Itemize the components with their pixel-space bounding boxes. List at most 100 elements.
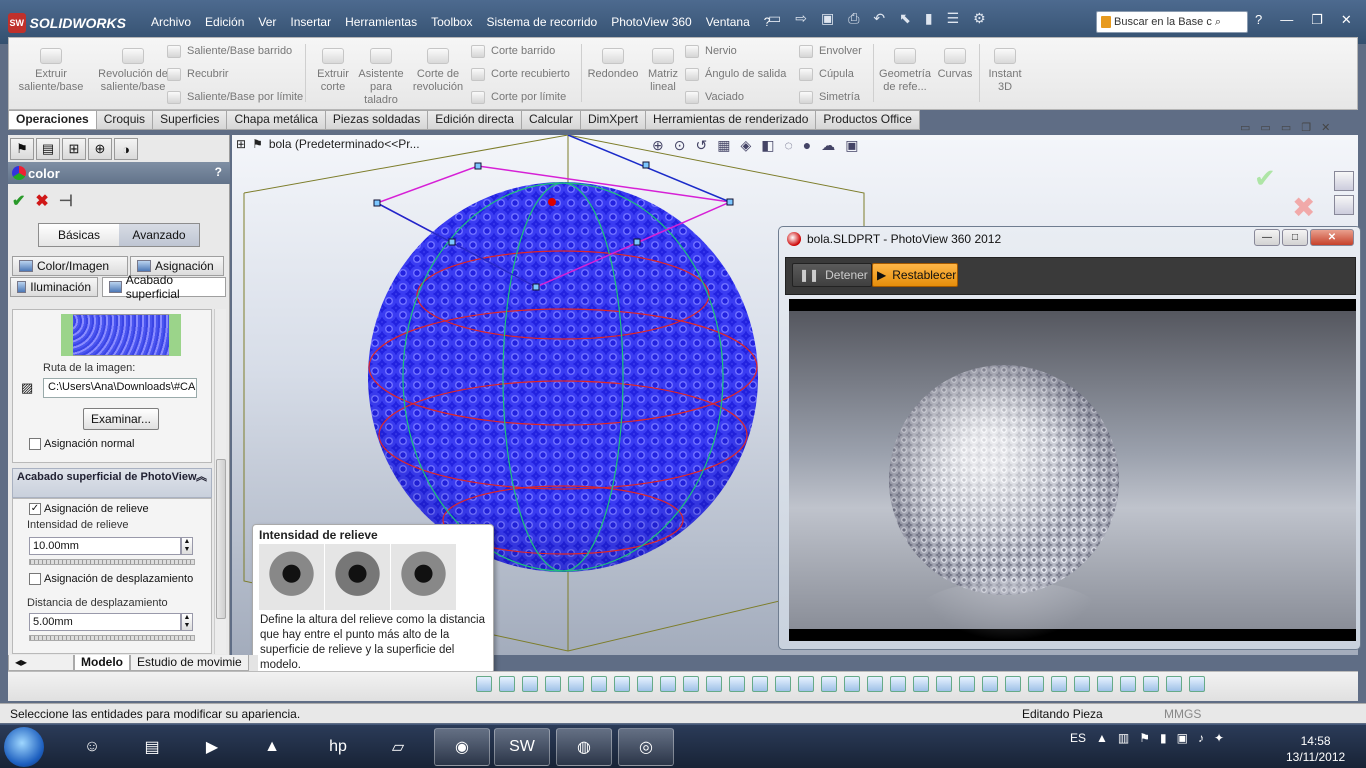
- taskbar-explorer-icon[interactable]: ▤: [124, 728, 180, 766]
- tray-flag-icon[interactable]: ⚑: [1139, 731, 1150, 745]
- advanced-mode-button[interactable]: Avanzado: [119, 224, 199, 246]
- loft-boss-button[interactable]: Recubrir: [167, 65, 229, 83]
- reset-button[interactable]: ▶ Restablecer: [872, 263, 958, 287]
- subtab-surface-finish[interactable]: Acabado superficial: [102, 273, 226, 301]
- dimension-icon[interactable]: [752, 676, 768, 692]
- solidworks-logo[interactable]: SW SOLIDWORKS: [8, 10, 126, 36]
- taskbar-hp-icon[interactable]: hp: [310, 728, 366, 766]
- select-icon[interactable]: [522, 676, 538, 692]
- language-indicator[interactable]: ES: [1070, 731, 1086, 745]
- taskbar-media-icon[interactable]: ▶: [184, 728, 240, 766]
- displacement-distance-slider[interactable]: [29, 635, 195, 641]
- swept-boss-button[interactable]: Saliente/Base barrido: [167, 42, 292, 60]
- note-icon[interactable]: [982, 676, 998, 692]
- search-icon[interactable]: ⌕: [1215, 16, 1221, 29]
- pv-maximize-icon[interactable]: □: [1282, 229, 1308, 246]
- displacement-mapping-checkbox[interactable]: Asignación de desplazamiento: [29, 573, 193, 585]
- tab-productos-office[interactable]: Productos Office: [815, 110, 920, 130]
- table-icon[interactable]: [1028, 676, 1044, 692]
- menu-archivo[interactable]: Archivo: [144, 12, 198, 34]
- region-icon[interactable]: [1143, 676, 1159, 692]
- reference-geometry-button[interactable]: Geometría de refe...: [877, 48, 933, 94]
- mirror-button[interactable]: Simetría: [799, 88, 860, 106]
- block-icon[interactable]: [1120, 676, 1136, 692]
- silhouette-icon[interactable]: [936, 676, 952, 692]
- scrollbar-thumb[interactable]: [216, 459, 226, 619]
- curves-button[interactable]: Curvas: [935, 48, 975, 81]
- body-icon[interactable]: [821, 676, 837, 692]
- close-icon[interactable]: ✕: [1341, 12, 1352, 28]
- property-manager-tab[interactable]: ▤: [36, 138, 60, 160]
- origin-icon[interactable]: [1166, 676, 1182, 692]
- tab-edicion-directa[interactable]: Edición directa: [427, 110, 522, 130]
- stop-button[interactable]: ❚❚ Detener: [792, 263, 872, 287]
- loop-icon[interactable]: [913, 676, 929, 692]
- taskbar-solidworks-icon[interactable]: SW: [494, 728, 550, 766]
- design-library-icon[interactable]: [1334, 195, 1354, 215]
- displacement-distance-spinner[interactable]: ▲ ▼: [181, 613, 193, 631]
- tab-operaciones[interactable]: Operaciones: [8, 110, 97, 130]
- taskbar-app-icon[interactable]: ◎: [618, 728, 674, 766]
- image-path-input[interactable]: C:\Users\Ana\Downloads\#CA: [43, 378, 197, 398]
- select-icon[interactable]: ⬉: [899, 10, 911, 34]
- feature-manager-tab[interactable]: ⚑: [10, 138, 34, 160]
- loft-cut-button[interactable]: Corte recubierto: [471, 65, 570, 83]
- tab-chapa-metalica[interactable]: Chapa metálica: [226, 110, 326, 130]
- help-button[interactable]: ?: [215, 165, 222, 179]
- vertex-icon[interactable]: [660, 676, 676, 692]
- curve-icon[interactable]: [775, 676, 791, 692]
- extrude-cut-button[interactable]: Extruir corte: [311, 48, 355, 94]
- draft-button[interactable]: Ángulo de salida: [685, 65, 786, 83]
- linear-pattern-button[interactable]: Matriz lineal: [643, 48, 683, 94]
- annotation-icon[interactable]: [1051, 676, 1067, 692]
- pv-close-icon[interactable]: ✕: [1310, 229, 1354, 246]
- taskbar-notes-icon[interactable]: ▱: [370, 728, 426, 766]
- wrap-button[interactable]: Envolver: [799, 42, 862, 60]
- normal-mapping-checkbox[interactable]: Asignación normal: [29, 438, 135, 450]
- shell-button[interactable]: Vaciado: [685, 88, 744, 106]
- filter-icon[interactable]: [476, 676, 492, 692]
- displacement-distance-input[interactable]: 5.00mm: [29, 613, 181, 631]
- minimize-icon[interactable]: —: [1280, 12, 1293, 28]
- viewport-maximize-icon[interactable]: ❐: [1301, 121, 1311, 134]
- menu-herramientas[interactable]: Herramientas: [338, 12, 424, 34]
- scroll-tabs[interactable]: ◂▸: [8, 655, 74, 671]
- panel-scrollbar[interactable]: [214, 309, 226, 654]
- hole-wizard-button[interactable]: Asistente para taladro: [355, 48, 407, 107]
- datum-icon[interactable]: [1074, 676, 1090, 692]
- hole-icon[interactable]: [959, 676, 975, 692]
- rebuild-icon[interactable]: ▮: [925, 10, 933, 34]
- tray-network-icon[interactable]: ▥: [1118, 731, 1129, 745]
- status-units[interactable]: MMGS: [1164, 707, 1201, 721]
- viewport-close-icon[interactable]: ✕: [1321, 121, 1330, 134]
- taskbar-firefox-icon[interactable]: ◉: [434, 728, 490, 766]
- menu-photoview[interactable]: PhotoView 360: [604, 12, 699, 34]
- component-icon[interactable]: [867, 676, 883, 692]
- help-icon[interactable]: ?: [1255, 12, 1262, 28]
- extrude-boss-button[interactable]: Extruir saliente/base: [15, 48, 87, 94]
- home-icon[interactable]: [1334, 171, 1354, 191]
- boundary-cut-button[interactable]: Corte por límite: [471, 88, 566, 106]
- tray-app-icon[interactable]: ✦: [1214, 731, 1224, 745]
- tray-expand-icon[interactable]: ▲: [1096, 731, 1108, 745]
- dome-button[interactable]: Cúpula: [799, 65, 854, 83]
- light-icon[interactable]: [1189, 676, 1205, 692]
- menu-edicion[interactable]: Edición: [198, 12, 251, 34]
- sketch-icon[interactable]: [729, 676, 745, 692]
- line-icon[interactable]: [591, 676, 607, 692]
- menu-toolbox[interactable]: Toolbox: [424, 12, 479, 34]
- revolve-cut-button[interactable]: Corte de revolución: [409, 48, 467, 94]
- menu-ventana[interactable]: Ventana: [699, 12, 757, 34]
- weld-icon[interactable]: [1005, 676, 1021, 692]
- cancel-button[interactable]: ✖: [35, 191, 48, 211]
- taskbar-app-users-icon[interactable]: ☺: [64, 728, 120, 766]
- bump-intensity-slider[interactable]: [29, 559, 195, 565]
- pv-minimize-icon[interactable]: —: [1254, 229, 1280, 246]
- restore-icon[interactable]: ❐: [1311, 12, 1323, 28]
- feature-icon[interactable]: [844, 676, 860, 692]
- tab-herramientas-renderizado[interactable]: Herramientas de renderizado: [644, 110, 817, 130]
- viewport-minimize-icon[interactable]: ▭: [1281, 121, 1291, 134]
- new-document-icon[interactable]: ▭: [768, 10, 781, 34]
- select-icon[interactable]: [545, 676, 561, 692]
- tray-volume-icon[interactable]: ♪: [1198, 731, 1204, 745]
